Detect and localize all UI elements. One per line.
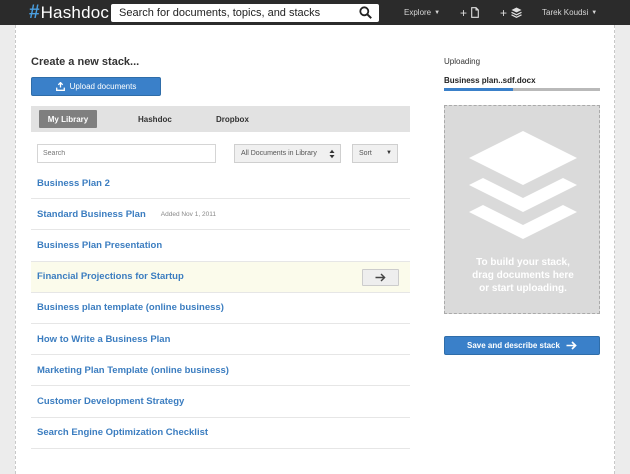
global-search-input[interactable] — [119, 4, 351, 22]
document-title[interactable]: Financial Projections for Startup — [37, 271, 184, 282]
logo-hash-mark: # — [29, 1, 40, 23]
stack-icon — [469, 131, 577, 239]
add-to-stack-button[interactable] — [362, 268, 399, 286]
sort-select[interactable]: Sort ▼ — [352, 144, 398, 163]
explore-label: Explore — [404, 8, 432, 17]
list-item[interactable]: Business plan template (online business) — [31, 293, 410, 324]
document-title[interactable]: How to Write a Business Plan — [37, 334, 170, 345]
explore-menu[interactable]: Explore ▼ — [404, 0, 440, 25]
plus-icon: + — [460, 5, 468, 20]
upload-documents-button[interactable]: Upload documents — [31, 77, 161, 96]
list-item[interactable]: Financial Projections for Startup — [31, 261, 410, 293]
list-item[interactable]: How to Write a Business Plan — [31, 324, 410, 356]
list-item[interactable]: Business Plan 2 — [31, 168, 410, 200]
user-menu[interactable]: Tarek Koudsi ▼ — [542, 0, 597, 25]
add-stack-button[interactable]: + — [500, 0, 522, 25]
drop-zone-line: or start uploading. — [479, 283, 567, 294]
add-document-button[interactable]: + — [460, 0, 479, 25]
arrow-right-icon — [375, 273, 386, 282]
arrow-right-icon — [566, 341, 577, 350]
library-filter-select[interactable]: All Documents in Library — [234, 144, 341, 163]
stack-icon — [511, 7, 522, 18]
document-list: Business Plan 2 Standard Business Plan A… — [31, 168, 410, 449]
list-item[interactable]: Customer Development Strategy — [31, 386, 410, 418]
stack-drop-zone[interactable]: To build your stack, drag documents here… — [444, 105, 600, 314]
user-name: Tarek Koudsi — [542, 8, 589, 17]
document-title[interactable]: Search Engine Optimization Checklist — [37, 427, 208, 438]
source-tabs: My Library Hashdoc Dropbox — [31, 106, 410, 132]
list-item[interactable]: Business Plan Presentation — [31, 230, 410, 262]
logo-text: Hashdoc — [40, 2, 110, 22]
library-filter-value: All Documents in Library — [241, 150, 317, 157]
tab-my-library[interactable]: My Library — [39, 110, 97, 128]
uploading-label: Uploading — [444, 57, 481, 66]
caret-down-icon: ▼ — [434, 9, 441, 16]
drop-zone-line: To build your stack, — [476, 257, 570, 268]
upload-documents-label: Upload documents — [69, 82, 137, 91]
global-search — [111, 4, 379, 22]
document-title[interactable]: Business Plan Presentation — [37, 240, 162, 251]
tab-hashdoc[interactable]: Hashdoc — [138, 110, 172, 128]
list-item[interactable]: Search Engine Optimization Checklist — [31, 418, 410, 449]
document-title[interactable]: Business plan template (online business) — [37, 302, 224, 313]
list-item[interactable]: Marketing Plan Template (online business… — [31, 355, 410, 387]
search-icon[interactable] — [359, 6, 372, 19]
document-title[interactable]: Customer Development Strategy — [37, 396, 184, 407]
document-title[interactable]: Marketing Plan Template (online business… — [37, 365, 229, 376]
library-search-input[interactable] — [37, 144, 216, 163]
uploading-file-name: Business plan..sdf.docx — [444, 76, 536, 85]
page-title: Create a new stack... — [31, 56, 140, 68]
caret-down-icon: ▼ — [591, 9, 598, 16]
tab-dropbox[interactable]: Dropbox — [216, 110, 249, 128]
plus-icon: + — [500, 5, 508, 20]
hashdoc-logo[interactable]: # Hashdoc — [29, 2, 109, 23]
save-and-describe-stack-button[interactable]: Save and describe stack — [444, 336, 600, 355]
updown-icon — [329, 149, 335, 159]
top-bar: # Hashdoc Explore ▼ + + Tarek Koudsi ▼ — [0, 0, 630, 25]
drop-zone-instructions: To build your stack, drag documents here… — [445, 256, 601, 295]
document-added-date: Added Nov 1, 2011 — [160, 210, 216, 218]
document-icon — [471, 7, 479, 18]
upload-progress-fill — [444, 88, 513, 91]
upload-progress-bar — [444, 88, 600, 91]
sort-value: Sort — [359, 150, 372, 157]
list-item[interactable]: Standard Business Plan Added Nov 1, 2011 — [31, 199, 410, 231]
document-title[interactable]: Business Plan 2 — [37, 178, 110, 189]
upload-icon — [55, 82, 65, 91]
drop-zone-line: drag documents here — [472, 270, 574, 281]
document-title[interactable]: Standard Business Plan — [37, 209, 146, 220]
caret-down-icon: ▼ — [386, 150, 392, 156]
save-stack-label: Save and describe stack — [467, 341, 560, 350]
